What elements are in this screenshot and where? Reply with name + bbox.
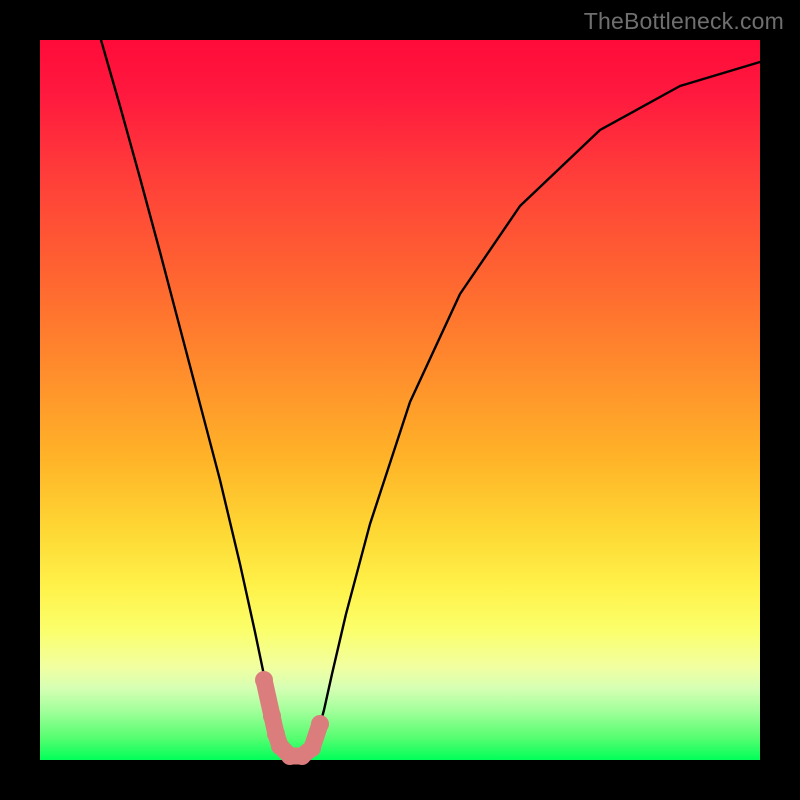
marker-dot	[255, 671, 273, 689]
marker-dot	[263, 707, 281, 725]
curve-layer	[40, 40, 760, 760]
marker-dot	[311, 715, 329, 733]
plot-area	[40, 40, 760, 760]
marker-dot	[303, 739, 321, 757]
watermark-text: TheBottleneck.com	[584, 8, 784, 35]
chart-frame: TheBottleneck.com	[0, 0, 800, 800]
curve-path	[101, 40, 760, 756]
